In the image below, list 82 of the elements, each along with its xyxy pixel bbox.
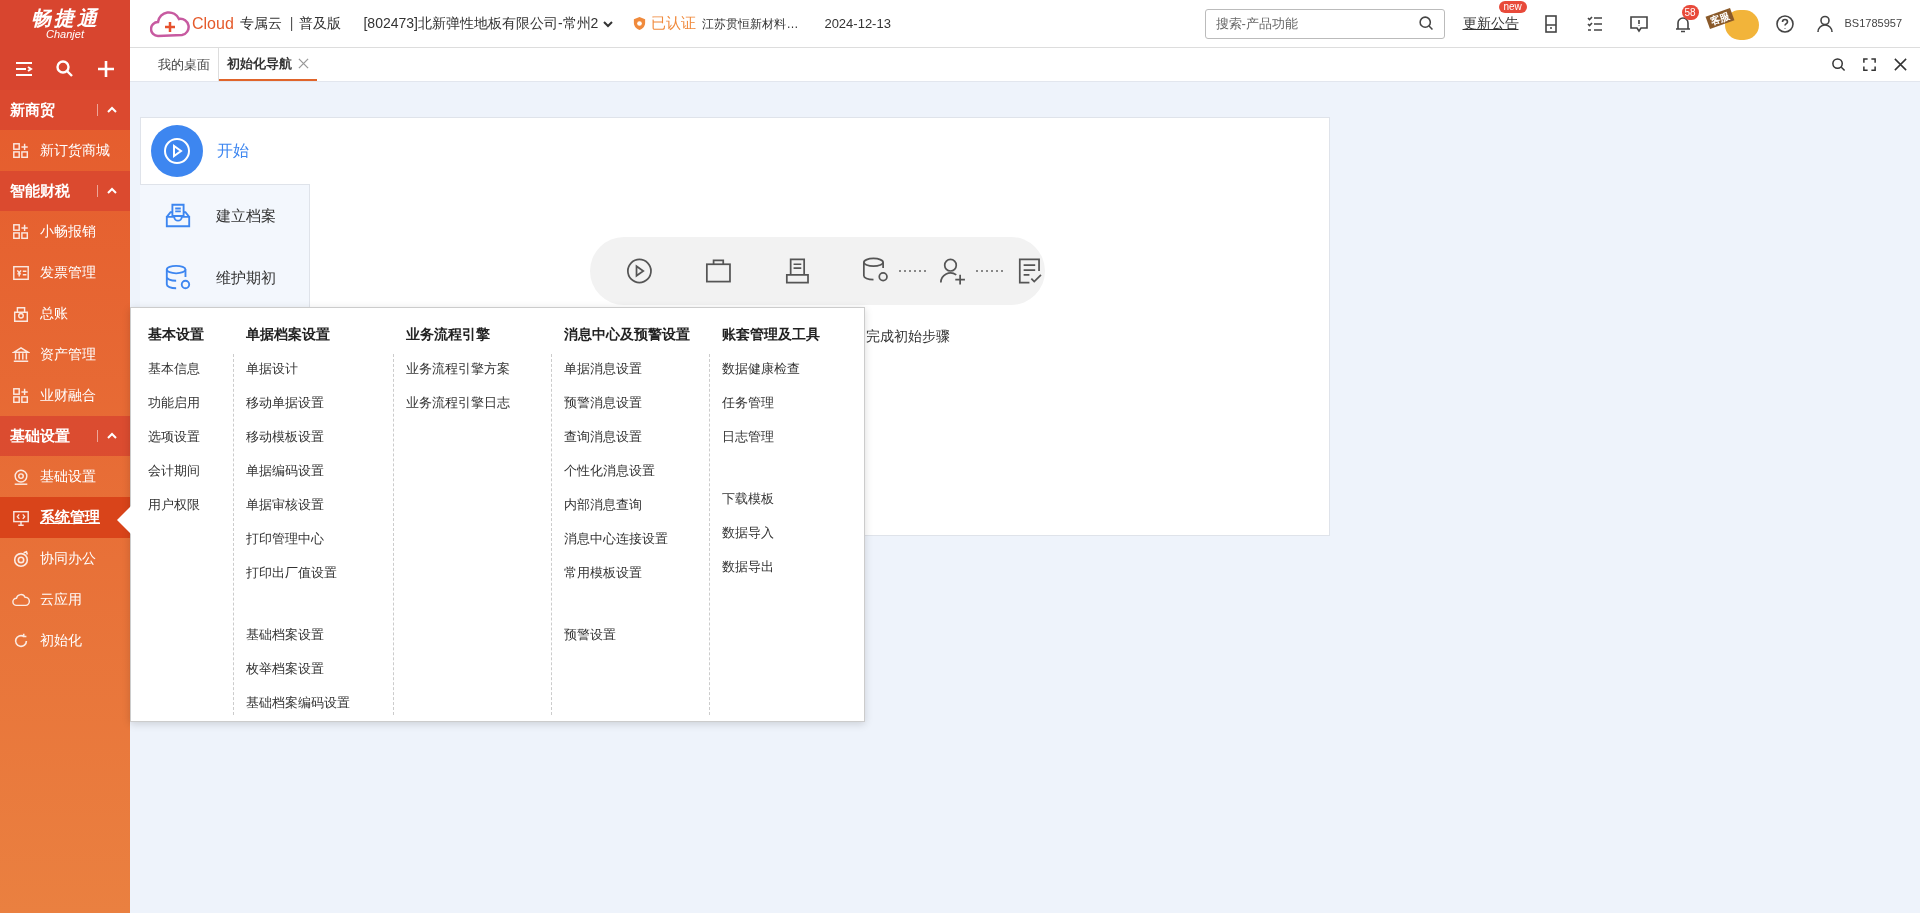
menu-item[interactable]: 移动模板设置	[246, 420, 393, 454]
bank-icon	[12, 345, 30, 364]
menu-item[interactable]: 数据导入	[722, 516, 834, 550]
menu-item[interactable]: 功能启用	[148, 386, 233, 420]
menu-icon[interactable]	[14, 59, 35, 79]
refresh-icon	[12, 631, 30, 650]
menu-column-title: 消息中心及预警设置	[564, 325, 691, 344]
invoice-icon	[12, 263, 30, 282]
inbox-document-icon	[164, 202, 192, 230]
sidebar-group-header[interactable]: 智能财税	[0, 171, 130, 211]
message-icon[interactable]	[1628, 13, 1649, 34]
certified-label: 已认证	[651, 13, 697, 34]
menu-item[interactable]: 基础档案设置	[246, 618, 393, 652]
sidebar-group-header[interactable]: 基础设置	[0, 416, 130, 456]
close-icon[interactable]	[1893, 57, 1908, 72]
menu-column-title: 业务流程引擎	[406, 325, 491, 344]
fullscreen-icon[interactable]	[1862, 57, 1877, 72]
grid-plus-icon	[12, 222, 30, 241]
menu-item[interactable]: 单据审核设置	[246, 488, 393, 522]
brand-text: Cloud	[192, 13, 234, 34]
edition-label: 普及版	[299, 14, 342, 33]
separator: |	[289, 14, 294, 33]
menu-item[interactable]: 查询消息设置	[564, 420, 709, 454]
cloud-logo-icon	[150, 9, 190, 38]
tab[interactable]: 我的桌面	[150, 48, 219, 81]
menu-item[interactable]: 预警设置	[564, 618, 709, 652]
menu-item[interactable]: 基本信息	[148, 352, 233, 386]
target-icon	[12, 549, 30, 568]
menu-item[interactable]: 移动单据设置	[246, 386, 393, 420]
menu-item[interactable]: 下载模板	[722, 482, 834, 516]
help-icon[interactable]	[1774, 13, 1795, 34]
sidebar-item[interactable]: 新订货商城	[0, 130, 130, 171]
menu-item[interactable]: 枚举档案设置	[246, 652, 393, 686]
search-icon[interactable]	[1417, 14, 1435, 32]
app-logo: 畅捷通 Chanjet	[0, 0, 130, 48]
menu-item[interactable]: 任务管理	[722, 386, 834, 420]
menu-item[interactable]: 单据设计	[246, 352, 393, 386]
menu-item[interactable]: 选项设置	[148, 420, 233, 454]
menu-column-title: 账套管理及工具	[722, 325, 821, 344]
add-icon[interactable]	[95, 59, 116, 79]
menu-item[interactable]: 会计期间	[148, 454, 233, 488]
edition-label: 专属云	[239, 14, 282, 33]
menu-item[interactable]: 打印管理中心	[246, 522, 393, 556]
database-gear-icon	[164, 264, 192, 292]
menu-item[interactable]: 用户权限	[148, 488, 233, 522]
menu-item[interactable]: 业务流程引擎日志	[406, 386, 551, 420]
menu-column-title: 单据档案设置	[246, 325, 331, 344]
search-field[interactable]: 搜索-产品功能	[1204, 8, 1445, 39]
shield-icon	[632, 16, 648, 31]
menu-item[interactable]: 预警消息设置	[564, 386, 709, 420]
menu-item[interactable]: 消息中心连接设置	[564, 522, 709, 556]
menu-column-title: 基本设置	[148, 325, 205, 344]
sidebar-group-header[interactable]: 新商贸	[0, 90, 130, 130]
menu-item[interactable]: 常用模板设置	[564, 556, 709, 590]
menu-item[interactable]: 内部消息查询	[564, 488, 709, 522]
menu-item[interactable]: 打印出厂值设置	[246, 556, 393, 590]
step-item[interactable]: 建立档案	[140, 185, 310, 247]
gear-icon	[12, 467, 30, 486]
user-icon[interactable]	[1814, 13, 1835, 34]
checklist-icon[interactable]	[1584, 13, 1605, 34]
announcement-link[interactable]: 更新公告	[1462, 15, 1519, 31]
menu-item[interactable]: 数据健康检查	[722, 352, 834, 386]
notification-count: 58	[1681, 4, 1699, 20]
menu-item[interactable]: 个性化消息设置	[564, 454, 709, 488]
date-text: 2024-12-13	[824, 14, 891, 33]
menu-item[interactable]: 数据导出	[722, 550, 834, 584]
menu-item[interactable]: 基础档案编码设置	[246, 686, 393, 720]
menu-item[interactable]: 单据消息设置	[564, 352, 709, 386]
certified-company: 江苏贯恒新材料…	[702, 15, 799, 33]
hint-text: 完成初始步骤	[866, 327, 950, 346]
grid-plus-icon	[12, 386, 30, 405]
menu-item[interactable]: 日志管理	[722, 420, 834, 454]
menu-item[interactable]: 单据编码设置	[246, 454, 393, 488]
play-icon	[151, 125, 203, 177]
monitor-code-icon	[12, 508, 30, 527]
search-icon[interactable]	[1831, 57, 1846, 72]
step-item[interactable]: 维护期初	[140, 247, 310, 309]
new-badge: new	[1498, 1, 1527, 13]
grid-plus-icon	[12, 141, 30, 160]
user-id[interactable]: BS1785957	[1844, 15, 1902, 32]
menu-item[interactable]: 业务流程引擎方案	[406, 352, 551, 386]
company-selector[interactable]: [802473]北新弹性地板有限公司-常州2	[363, 13, 615, 34]
